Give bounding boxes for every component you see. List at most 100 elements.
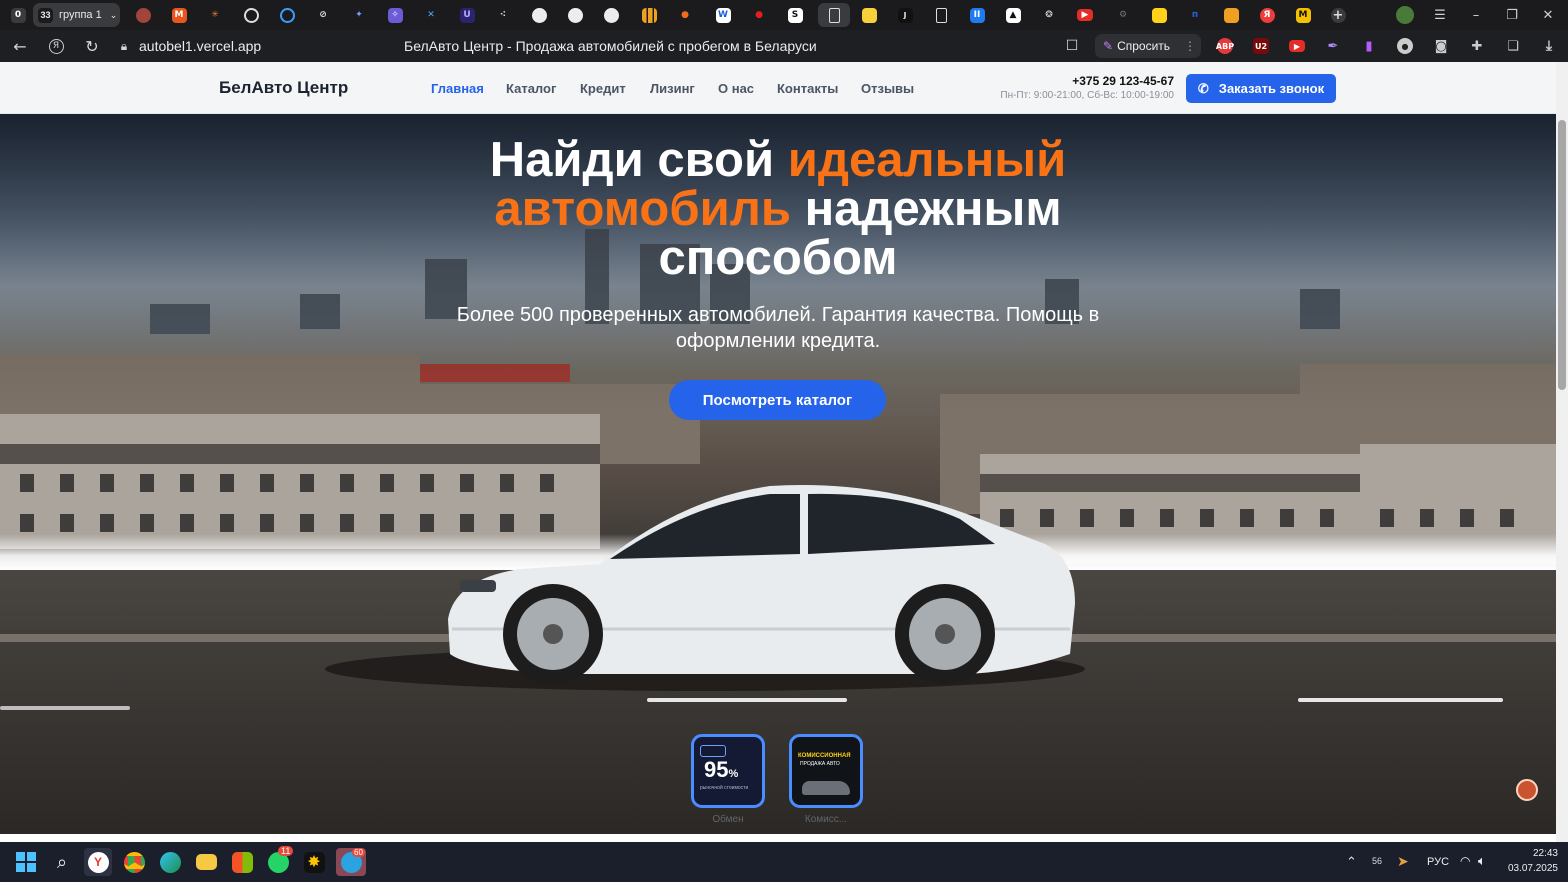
story-card-commission[interactable]: КОМИССИОННАЯ ПРОДАЖА АВТО (789, 734, 863, 808)
tray-overflow-icon[interactable]: ⌃ (1346, 854, 1357, 870)
youtube-ext-icon[interactable]: ▶ (1289, 40, 1305, 52)
whatsapp-badge: 11 (278, 846, 294, 856)
mail-icon[interactable] (1218, 3, 1244, 27)
ask-label: Спросить (1117, 39, 1171, 53)
nav-leasing[interactable]: Лизинг (650, 81, 695, 96)
adblock-icon[interactable]: ABP (1216, 38, 1234, 54)
site-header: БелАвто Центр Главная Каталог Кредит Лиз… (0, 62, 1556, 114)
yandex-icon[interactable]: Я (1254, 3, 1280, 27)
pen-icon[interactable]: ✒ (1325, 38, 1341, 54)
store-icon[interactable] (228, 848, 256, 876)
volume-icon[interactable]: 🔈︎ (1478, 853, 1486, 869)
back-icon[interactable]: ← (8, 35, 32, 57)
nav-catalog[interactable]: Каталог (506, 81, 556, 96)
bookmark-icon[interactable]: ☐ (1060, 35, 1084, 57)
yandex-browser-icon[interactable]: Y (84, 848, 112, 876)
tab-favicon[interactable]: ▲ (1000, 3, 1026, 27)
edge-icon[interactable] (156, 848, 184, 876)
web-page: Найди свой идеальный автомобиль надежным… (0, 62, 1556, 834)
sun-app-icon[interactable]: ✸ (300, 848, 328, 876)
tab-favicon[interactable] (130, 3, 156, 27)
download-icon[interactable]: ⤓ (1541, 38, 1557, 54)
more-icon: ⋮ (1184, 39, 1197, 53)
search-icon[interactable]: ⌕ (48, 848, 76, 876)
github-icon[interactable] (526, 3, 552, 27)
tab-favicon[interactable]: ᴨ (1182, 3, 1208, 27)
tab-favicon[interactable]: M (1290, 3, 1316, 27)
taskbar: ⌕ Y 11 ✸ 60 ⌃ 56 ➤ РУС ◠ 🔈︎ 22:43 03.07.… (0, 842, 1568, 882)
language-indicator[interactable]: РУС (1427, 856, 1449, 868)
tab-favicon[interactable]: յ (892, 3, 918, 27)
whatsapp-icon[interactable]: 11 (264, 846, 294, 876)
tab-favicon[interactable] (856, 3, 882, 27)
tab-favicon[interactable]: ✧ (382, 3, 408, 27)
fire-icon[interactable]: ● (672, 3, 698, 27)
order-call-label: Заказать звонок (1218, 81, 1325, 96)
clock-time[interactable]: 22:43 (1500, 848, 1558, 859)
reload-icon[interactable]: ↻ (80, 35, 104, 57)
audio-wave-icon[interactable]: ▮ (1361, 38, 1377, 54)
wifi-icon[interactable]: ◠ (1460, 854, 1470, 868)
workspaces-button[interactable]: 0 (5, 3, 31, 27)
nav-credit[interactable]: Кредит (580, 81, 626, 96)
tab-favicon[interactable]: ✳ (202, 3, 228, 27)
chrome-icon[interactable] (120, 848, 148, 876)
tab-favicon[interactable]: ● (746, 3, 772, 27)
story-card-exchange[interactable]: 95% рыночной стоимости (691, 734, 765, 808)
settings-icon[interactable]: ⚙ (1110, 3, 1136, 27)
profile-avatar[interactable] (1392, 3, 1418, 27)
openai-icon[interactable]: ❂ (1036, 3, 1062, 27)
yandex-home-icon[interactable]: Я (44, 35, 68, 57)
camera-icon[interactable]: ◙ (1433, 38, 1449, 54)
tab-favicon[interactable]: W (710, 3, 736, 27)
nav-home[interactable]: Главная (431, 81, 484, 96)
nav-reviews[interactable]: Отзывы (861, 81, 914, 96)
tab-favicon[interactable]: II (964, 3, 990, 27)
scrollbar-thumb[interactable] (1558, 120, 1566, 390)
tab-favicon[interactable] (1146, 3, 1172, 27)
github-icon[interactable] (562, 3, 588, 27)
ublock-icon[interactable]: U2 (1253, 38, 1269, 54)
menu-icon[interactable]: ☰ (1422, 0, 1458, 30)
tab-favicon[interactable]: ✕ (418, 3, 444, 27)
tab-strip: 0 33 группа 1 ⌄ M ✳ ⊘ ✦ ✧ ✕ U ⁖ ● W ● S … (0, 0, 1568, 30)
tab-favicon[interactable]: M (166, 3, 192, 27)
windows-start-icon[interactable] (12, 848, 40, 876)
tab-favicon[interactable]: ✦ (346, 3, 372, 27)
document-icon[interactable] (928, 3, 954, 27)
tab-group-chip[interactable]: 33 группа 1 ⌄ (33, 3, 120, 27)
phone-number[interactable]: +375 29 123-45-67 (1000, 74, 1174, 88)
view-catalog-button[interactable]: Посмотреть каталог (669, 380, 886, 420)
sparkle-icon: ✎ (1103, 39, 1114, 53)
github-icon[interactable] (598, 3, 624, 27)
youtube-icon[interactable]: ▶ (1072, 3, 1098, 27)
telegram-icon[interactable]: 60 (336, 848, 366, 876)
tab-favicon[interactable] (274, 3, 300, 27)
hero-title-accent: идеальный (787, 133, 1067, 187)
minimize-icon[interactable]: – (1458, 0, 1494, 30)
tab-favicon[interactable]: S (782, 3, 808, 27)
scrollbar[interactable] (1556, 62, 1568, 842)
location-icon[interactable]: ➤ (1397, 853, 1409, 870)
site-logo[interactable]: БелАвто Центр (219, 78, 348, 98)
tab-favicon[interactable]: ⊘ (310, 3, 336, 27)
nav-contacts[interactable]: Контакты (777, 81, 838, 96)
order-call-button[interactable]: ✆ Заказать звонок (1186, 74, 1336, 103)
extension-icon[interactable]: ● (1397, 38, 1413, 54)
puzzle-icon[interactable]: ✚ (1469, 38, 1485, 54)
collections-icon[interactable]: ❏ (1505, 38, 1521, 54)
nav-about[interactable]: О нас (718, 81, 754, 96)
tab-favicon[interactable]: U (454, 3, 480, 27)
new-tab-button[interactable]: + (1325, 3, 1351, 27)
file-explorer-icon[interactable] (192, 848, 220, 876)
ask-ai-button[interactable]: ✎ Спросить ⋮ (1095, 34, 1201, 58)
url-field[interactable]: autobel1.vercel.app (139, 38, 261, 54)
chat-widget-button[interactable] (1516, 779, 1538, 801)
tab-favicon[interactable] (238, 3, 264, 27)
chart-icon[interactable] (636, 3, 662, 27)
tab-favicon[interactable]: ⁖ (490, 3, 516, 27)
restore-icon[interactable]: ❐ (1494, 0, 1530, 30)
close-icon[interactable]: ✕ (1530, 0, 1566, 30)
active-tab[interactable] (818, 3, 850, 27)
clock-date[interactable]: 03.07.2025 (1490, 863, 1558, 874)
